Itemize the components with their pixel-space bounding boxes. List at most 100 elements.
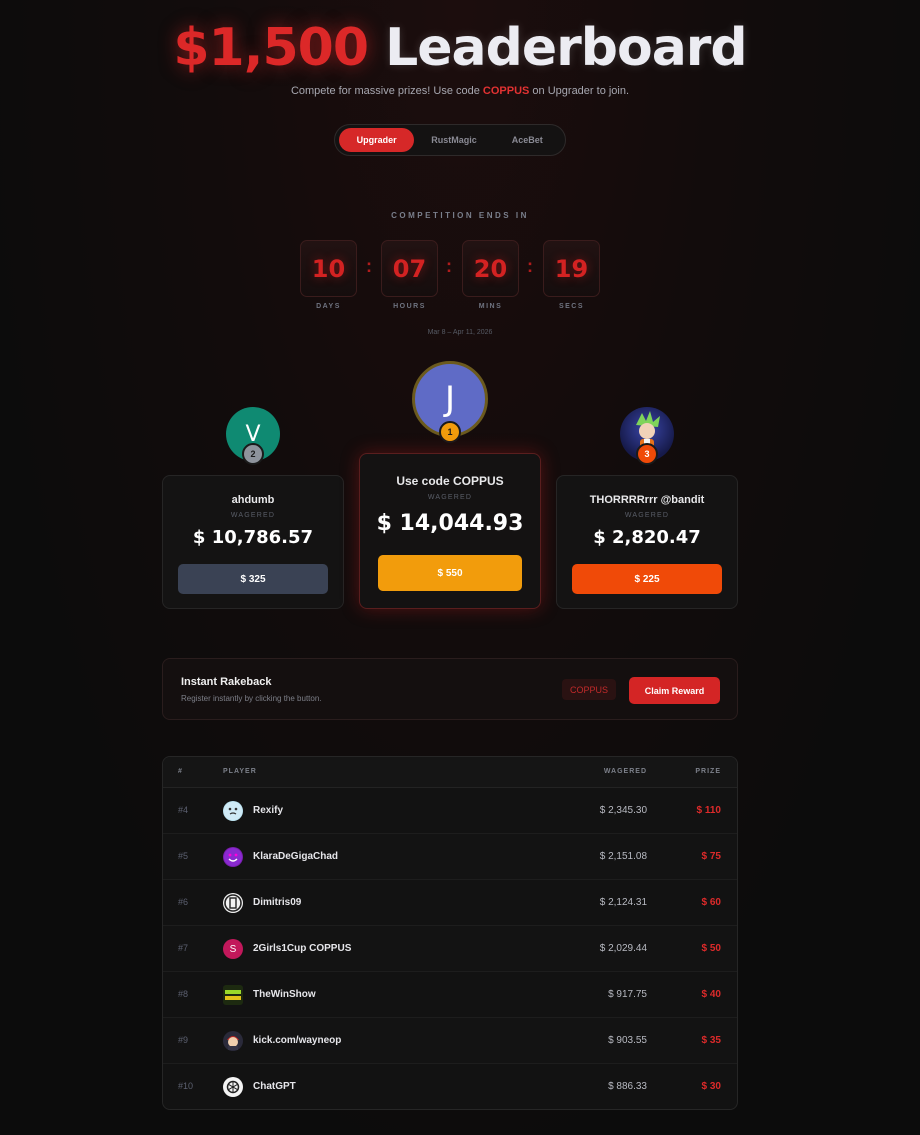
table-row[interactable]: #9 kick.com/wayneop $ 903.55 $ 35 <box>163 1018 737 1064</box>
wagered-cell: $ 2,345.30 <box>599 805 647 816</box>
subtitle-text-end: on Upgrader to join. <box>529 85 630 97</box>
site-tabs: Upgrader RustMagic AceBet <box>334 124 566 156</box>
rank-badge-3: 3 <box>636 443 658 465</box>
tab-rustmagic[interactable]: RustMagic <box>414 128 493 152</box>
rank-badge-2: 2 <box>242 443 264 465</box>
player-name: ChatGPT <box>253 1081 296 1092</box>
player-name: 2Girls1Cup COPPUS <box>253 943 352 954</box>
character-face-icon <box>227 1036 239 1050</box>
rank-cell: #9 <box>178 1035 189 1045</box>
table-row[interactable]: #6 Dimitris09 $ 2,124.31 $ 60 <box>163 880 737 926</box>
player-name: KlaraDeGigaChad <box>253 851 339 862</box>
date-range: Mar 8 – Apr 11, 2026 <box>427 329 493 336</box>
player-name: TheWinShow <box>253 989 316 1000</box>
wagered-cell: $ 917.75 <box>608 989 647 1000</box>
title-word: Leaderboard <box>385 18 748 78</box>
rakeback-subtitle: Register instantly by clicking the butto… <box>181 694 322 703</box>
prize-cell: $ 35 <box>701 1035 721 1046</box>
player-name: kick.com/wayneop <box>253 1035 342 1046</box>
prize-cell: $ 50 <box>701 943 721 954</box>
mins-label: MINS <box>478 303 503 310</box>
avatar-initial: J <box>444 379 456 419</box>
days-value: 10 <box>300 240 357 297</box>
wagered-amount: $ 14,044.93 <box>376 511 524 536</box>
player-name: ahdumb <box>231 494 275 506</box>
wagered-label: WAGERED <box>624 512 670 519</box>
prize-amount: $1,500 <box>173 18 369 78</box>
leaderboard-table: # PLAYER WAGERED PRIZE #4 Rexify $ 2,345… <box>162 756 738 1110</box>
rank-badge-1: 1 <box>439 421 461 443</box>
smiley-face-icon <box>224 848 242 866</box>
rakeback-panel: Instant Rakeback Register instantly by c… <box>162 658 738 720</box>
podium-card-first: Use code COPPUS WAGERED $ 14,044.93 $ 55… <box>359 453 541 609</box>
prize-cell: $ 110 <box>696 805 721 816</box>
cartoon-face-icon <box>224 802 242 820</box>
wagered-label: WAGERED <box>230 512 276 519</box>
avatar: S <box>223 939 243 959</box>
table-body: #4 Rexify $ 2,345.30 $ 110 #5 KlaraDeGig… <box>163 788 737 1109</box>
player-name: Use code COPPUS <box>396 474 504 488</box>
table-row[interactable]: #8 TheWinShow $ 917.75 $ 40 <box>163 972 737 1018</box>
colon-separator: : <box>366 256 372 276</box>
header-player: PLAYER <box>223 768 257 775</box>
header-wagered: WAGERED <box>603 768 647 775</box>
tab-acebet[interactable]: AceBet <box>494 128 561 152</box>
prize-button[interactable]: $ 225 <box>572 564 722 594</box>
header-prize: PRIZE <box>695 768 721 775</box>
header-rank: # <box>178 768 183 775</box>
secs-label: SECS <box>558 303 585 310</box>
claim-reward-button[interactable]: Claim Reward <box>629 677 720 704</box>
secs-value: 19 <box>543 240 600 297</box>
rank-cell: #8 <box>178 989 189 999</box>
winshow-logo-icon <box>225 990 241 1000</box>
podium-card-third: THORRRRrrr @bandit WAGERED $ 2,820.47 $ … <box>556 475 738 609</box>
tab-upgrader[interactable]: Upgrader <box>339 128 415 152</box>
player-name: Rexify <box>253 805 284 816</box>
avatar <box>223 985 243 1005</box>
colon-separator: : <box>527 256 533 276</box>
wagered-cell: $ 2,029.44 <box>599 943 647 954</box>
colon-separator: : <box>446 256 452 276</box>
rank-cell: #10 <box>178 1081 194 1091</box>
rank-cell: #5 <box>178 851 189 861</box>
wagered-cell: $ 886.33 <box>608 1081 647 1092</box>
mins-value: 20 <box>462 240 519 297</box>
avatar <box>223 893 243 913</box>
wagered-label: WAGERED <box>427 494 473 501</box>
prize-cell: $ 30 <box>701 1081 721 1092</box>
prize-cell: $ 60 <box>701 897 721 908</box>
table-row[interactable]: #4 Rexify $ 2,345.30 $ 110 <box>163 788 737 834</box>
subtitle-text: Compete for massive prizes! Use code <box>290 85 483 97</box>
prize-button[interactable]: $ 550 <box>378 555 522 591</box>
subtitle: Compete for massive prizes! Use code COP… <box>0 85 920 97</box>
hours-value: 07 <box>381 240 438 297</box>
table-row[interactable]: #7 S 2Girls1Cup COPPUS $ 2,029.44 $ 50 <box>163 926 737 972</box>
wagered-cell: $ 2,151.08 <box>599 851 647 862</box>
rank-cell: #6 <box>178 897 189 907</box>
wagered-cell: $ 903.55 <box>608 1035 647 1046</box>
avatar <box>223 1031 243 1051</box>
wagered-cell: $ 2,124.31 <box>599 897 647 908</box>
rank-cell: #7 <box>178 943 189 953</box>
page-title: $1,500 Leaderboard <box>0 18 920 78</box>
player-name: THORRRRrrr @bandit <box>589 494 705 506</box>
avatar <box>223 801 243 821</box>
countdown-label: COMPETITION ENDS IN <box>391 211 529 220</box>
countdown-timer: 10 : 07 : 20 : 19 DAYS HOURS MINS SECS <box>300 240 620 320</box>
wagered-amount: $ 2,820.47 <box>593 527 701 548</box>
prize-button[interactable]: $ 325 <box>178 564 328 594</box>
days-label: DAYS <box>316 303 341 310</box>
avatar <box>223 847 243 867</box>
promo-code-badge[interactable]: COPPUS <box>562 679 617 700</box>
table-row[interactable]: #10 ChatGPT $ 886.33 $ 30 <box>163 1064 737 1109</box>
prize-cell: $ 75 <box>701 851 721 862</box>
logo-icon <box>224 894 242 912</box>
player-name: Dimitris09 <box>253 897 302 908</box>
rank-cell: #4 <box>178 805 189 815</box>
prize-cell: $ 40 <box>701 989 721 1000</box>
podium-card-second: ahdumb WAGERED $ 10,786.57 $ 325 <box>162 475 344 609</box>
openai-logo-icon <box>226 1080 240 1094</box>
subtitle-code: COPPUS <box>482 85 530 97</box>
avatar <box>223 1077 243 1097</box>
table-row[interactable]: #5 KlaraDeGigaChad $ 2,151.08 $ 75 <box>163 834 737 880</box>
